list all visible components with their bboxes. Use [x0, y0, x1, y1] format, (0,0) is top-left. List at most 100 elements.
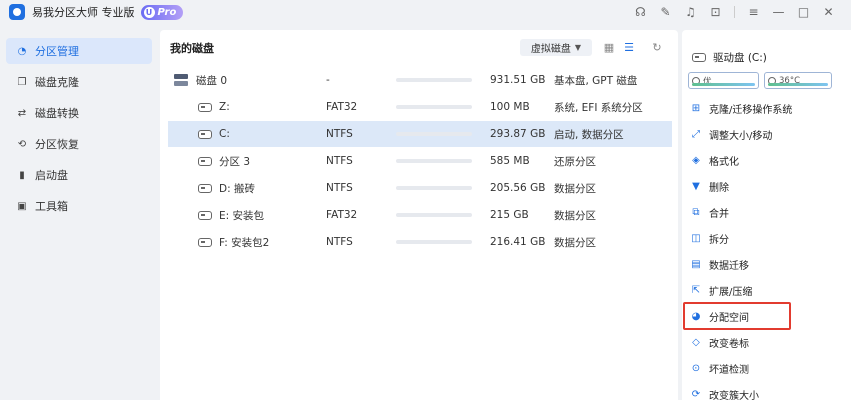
u-badge-icon: U — [143, 6, 155, 18]
op-label: 数据迁移 — [709, 260, 749, 272]
row-size: 931.51 GB — [490, 74, 546, 86]
op-label: 删除 — [709, 182, 729, 194]
row-fs: NTFS — [326, 236, 353, 248]
health-status: 优 — [688, 72, 759, 89]
split-icon: ◫ — [691, 232, 701, 244]
op-label: 格式化 — [709, 156, 739, 168]
minimize-icon[interactable]: — — [766, 3, 791, 21]
sidebar: ◔ 分区管理 ❐ 磁盘克隆 ⇄ 磁盘转换 ⟲ 分区恢复 ▮ 启动盘 ▣ 工具箱 — [0, 38, 158, 224]
recover-icon: ⟲ — [17, 138, 27, 150]
op-merge[interactable]: ⧉ 合并 — [690, 202, 729, 222]
row-name: C: — [219, 128, 230, 140]
drive-header: 驱动盘 (C:) — [692, 50, 767, 65]
partition-icon — [198, 210, 212, 220]
headset-icon[interactable]: ☊ — [628, 3, 653, 21]
maximize-icon[interactable]: □ — [791, 3, 816, 21]
export-icon[interactable]: ⊡ — [703, 3, 728, 21]
health-bar — [692, 83, 755, 86]
op-resize-move[interactable]: ⤢ 调整大小/移动 — [690, 124, 772, 144]
row-size: 216.41 GB — [490, 236, 546, 248]
title-bar: 易我分区大师 专业版 U Pro ☊ ✎ ♫ ⊡ ≡ — □ ✕ — [0, 0, 851, 24]
row-size: 205.56 GB — [490, 182, 546, 194]
feedback-icon[interactable]: ✎ — [653, 3, 678, 21]
op-change-cluster[interactable]: ⟳ 改变簇大小 — [690, 384, 759, 400]
op-label: 调整大小/移动 — [709, 130, 773, 142]
row-size: 585 MB — [490, 155, 530, 167]
row-fs: NTFS — [326, 155, 353, 167]
usage-bar — [396, 105, 472, 109]
partition-icon — [198, 129, 212, 139]
row-info: 数据分区 — [554, 182, 596, 195]
table-row[interactable]: C: NTFS 293.87 GB 启动, 数据分区 — [168, 121, 672, 147]
close-icon[interactable]: ✕ — [816, 3, 841, 21]
trash-icon: ▼ — [692, 180, 700, 192]
op-surface-test[interactable]: ⊙ 坏道检测 — [690, 358, 749, 378]
op-extend-shrink[interactable]: ⇱ 扩展/压缩 — [690, 280, 753, 300]
sidebar-item-boot-disk[interactable]: ▮ 启动盘 — [6, 162, 152, 188]
usage-bar — [396, 186, 472, 190]
toolbox-icon: ▣ — [17, 200, 27, 212]
op-label: 拆分 — [709, 234, 729, 246]
row-name: F: 安装包2 — [219, 236, 270, 249]
sidebar-item-partition-manage[interactable]: ◔ 分区管理 — [6, 38, 152, 64]
row-name: 磁盘 0 — [196, 74, 228, 87]
usage-bar — [396, 159, 472, 163]
cluster-icon: ⟳ — [691, 388, 701, 400]
partition-icon — [198, 156, 212, 166]
sidebar-item-toolbox[interactable]: ▣ 工具箱 — [6, 193, 152, 219]
op-clone-os[interactable]: ⊞ 克隆/迁移操作系统 — [690, 98, 793, 118]
merge-icon: ⧉ — [692, 206, 700, 218]
table-row[interactable]: 分区 3 NTFS 585 MB 还原分区 — [168, 148, 672, 174]
partition-icon — [198, 237, 212, 247]
row-name: 分区 3 — [219, 155, 251, 168]
sidebar-item-label: 磁盘转换 — [35, 107, 79, 120]
row-size: 293.87 GB — [490, 128, 546, 140]
op-change-label[interactable]: ◇ 改变卷标 — [690, 332, 749, 352]
migrate-icon: ▤ — [691, 258, 701, 270]
usage-bar — [396, 132, 472, 136]
refresh-icon[interactable]: ↻ — [649, 39, 665, 55]
row-size: 100 MB — [490, 101, 530, 113]
op-data-migrate[interactable]: ▤ 数据迁移 — [690, 254, 749, 274]
table-row[interactable]: D: 搬砖 NTFS 205.56 GB 数据分区 — [168, 175, 672, 201]
operations-panel: 驱动盘 (C:) 优 36°C ⊞ 克隆/迁移操作系统 ⤢ 调整大小/移动 ◈ 格式化… — [682, 30, 851, 400]
row-fs: - — [326, 74, 330, 86]
menu-icon[interactable]: ≡ — [741, 3, 766, 21]
table-row[interactable]: F: 安装包2 NTFS 216.41 GB 数据分区 — [168, 229, 672, 255]
table-row[interactable]: E: 安装包 FAT32 215 GB 数据分区 — [168, 202, 672, 228]
partition-icon — [692, 53, 706, 62]
temperature-bar — [768, 83, 828, 86]
row-name: E: 安装包 — [219, 209, 265, 222]
row-info: 数据分区 — [554, 236, 596, 249]
bell-icon[interactable]: ♫ — [678, 3, 703, 21]
title-separator — [734, 6, 735, 18]
op-label: 坏道检测 — [709, 364, 749, 376]
op-delete[interactable]: ▼ 删除 — [690, 176, 729, 196]
table-row[interactable]: Z: FAT32 100 MB 系统, EFI 系统分区 — [168, 94, 672, 120]
table-row[interactable]: 磁盘 0 - 931.51 GB 基本盘, GPT 磁盘 — [168, 67, 672, 93]
format-icon: ◈ — [692, 154, 700, 166]
drive-label: 驱动盘 (C:) — [713, 52, 767, 64]
row-info: 数据分区 — [554, 209, 596, 222]
disk-panel: 我的磁盘 虚拟磁盘 ▼ ▦ ☰ ↻ 磁盘 0 - 931.51 GB 基本盘, … — [160, 30, 678, 400]
highlight-annotation — [683, 302, 791, 330]
sidebar-item-disk-convert[interactable]: ⇄ 磁盘转换 — [6, 100, 152, 126]
label-icon: ◇ — [692, 336, 700, 348]
list-view-icon[interactable]: ☰ — [621, 39, 637, 55]
sidebar-item-partition-recover[interactable]: ⟲ 分区恢复 — [6, 131, 152, 157]
op-split[interactable]: ◫ 拆分 — [690, 228, 729, 248]
temperature-status: 36°C — [764, 72, 832, 89]
grid-view-icon[interactable]: ▦ — [601, 39, 617, 55]
sidebar-item-disk-clone[interactable]: ❐ 磁盘克隆 — [6, 69, 152, 95]
pie-icon: ◔ — [17, 45, 27, 57]
row-info: 系统, EFI 系统分区 — [554, 101, 643, 114]
usage-bar — [396, 240, 472, 244]
windows-icon: ⊞ — [691, 102, 701, 114]
virtual-disk-dropdown[interactable]: 虚拟磁盘 ▼ — [520, 39, 592, 56]
chevron-down-icon: ▼ — [574, 43, 582, 52]
op-label: 合并 — [709, 208, 729, 220]
op-format[interactable]: ◈ 格式化 — [690, 150, 739, 170]
op-label: 改变簇大小 — [709, 390, 759, 400]
row-fs: NTFS — [326, 182, 353, 194]
sidebar-item-label: 分区恢复 — [35, 138, 79, 151]
